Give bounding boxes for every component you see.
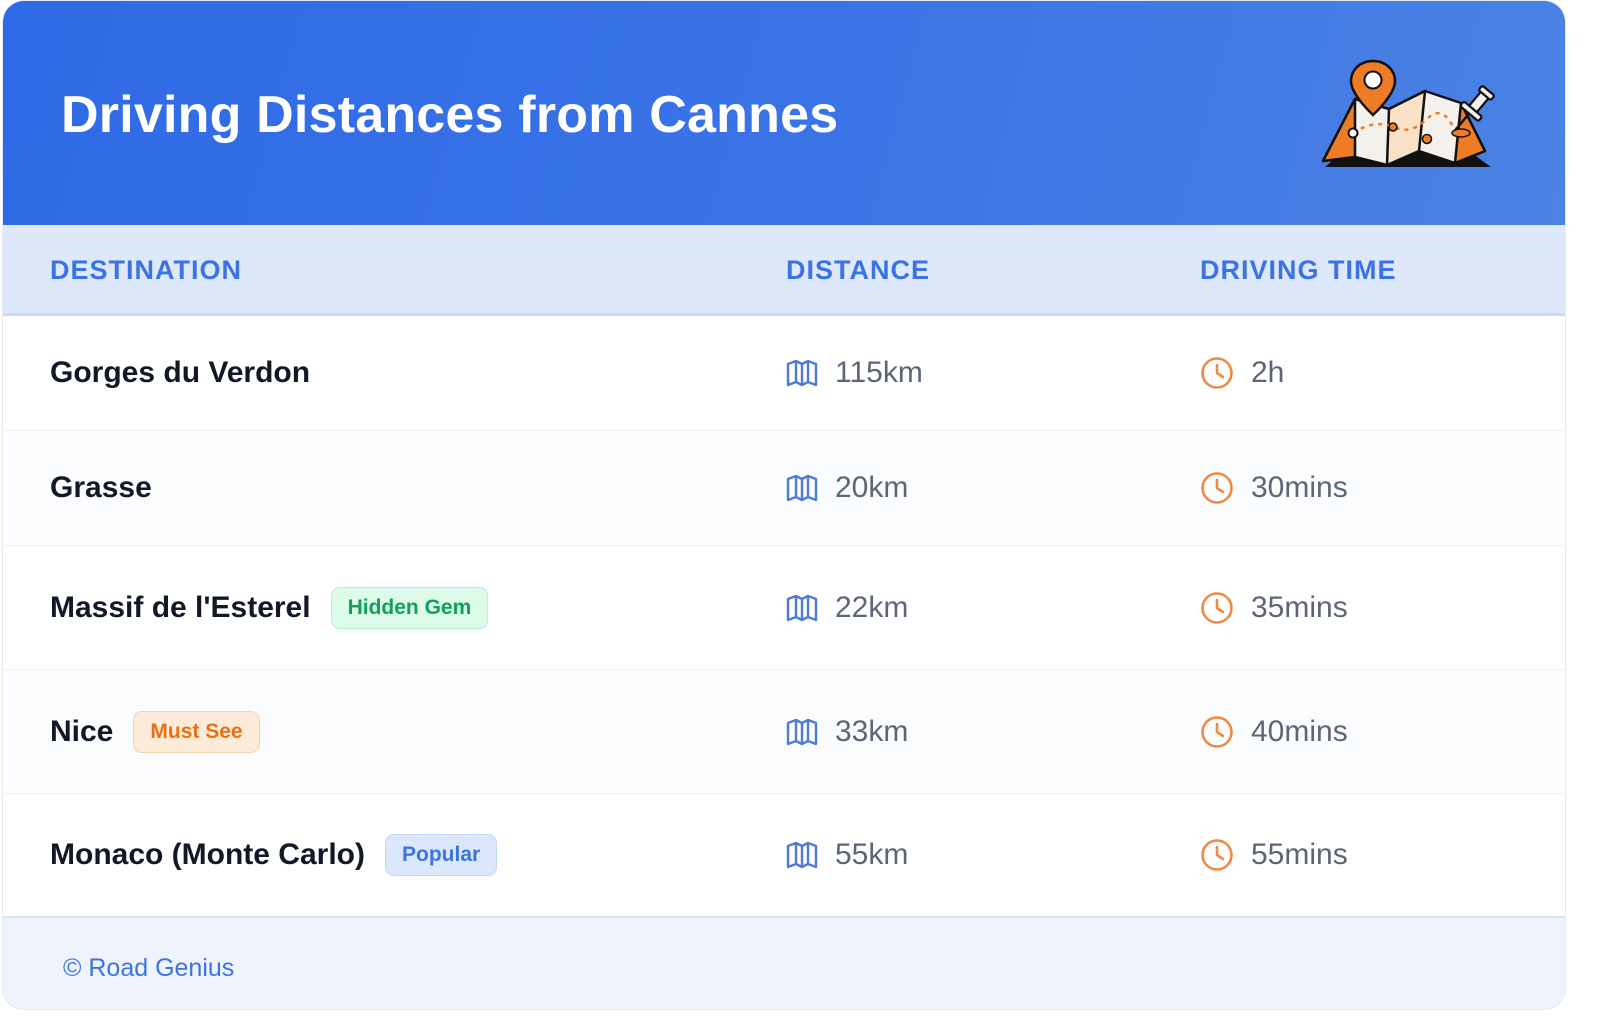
destination-name: Nice — [50, 714, 114, 748]
distance-value: 33km — [835, 714, 909, 748]
table-header: DESTINATION DISTANCE DRIVING TIME — [3, 225, 1565, 316]
distance-value: 22km — [835, 590, 909, 624]
map-icon — [786, 359, 818, 387]
map-pin-illustration — [1321, 59, 1495, 167]
distance-cell: 33km — [786, 715, 908, 749]
distance-value: 55km — [835, 838, 909, 871]
map-icon — [786, 718, 818, 746]
header-banner: Driving Distances from Cannes — [3, 1, 1565, 225]
table-row: Gorges du Verdon 115km 2h — [3, 316, 1565, 431]
destination-name: Massif de l'Esterel — [50, 590, 311, 624]
footer: © Road Genius — [3, 916, 1565, 1009]
clock-icon — [1200, 715, 1234, 749]
table-row: Massif de l'Esterel Hidden Gem 22km 35mi… — [3, 546, 1565, 670]
hidden-gem-badge: Hidden Gem — [330, 586, 489, 629]
distance-cell: 22km — [786, 591, 908, 625]
destination-name: Monaco (Monte Carlo) — [50, 838, 365, 871]
table-row: Grasse 20km 30mins — [3, 431, 1565, 546]
map-icon — [786, 841, 818, 869]
popular-badge: Popular — [385, 834, 498, 876]
driving-time-cell: 40mins — [1200, 715, 1348, 749]
copyright-text: © Road Genius — [63, 954, 235, 982]
destination-cell: Gorges du Verdon — [50, 356, 310, 390]
driving-time-value: 40mins — [1251, 714, 1348, 748]
column-header-driving-time: DRIVING TIME — [1200, 255, 1397, 285]
clock-icon — [1200, 591, 1234, 625]
clock-icon — [1200, 471, 1234, 505]
clock-icon — [1200, 356, 1234, 390]
distance-cell: 20km — [786, 471, 908, 505]
distance-cell: 55km — [786, 838, 908, 872]
table-row: Monaco (Monte Carlo) Popular 55km 55mins — [3, 794, 1565, 916]
distance-cell: 115km — [786, 356, 923, 390]
map-icon — [786, 594, 818, 622]
distance-value: 20km — [835, 471, 909, 504]
distance-table-card: Driving Distances from Cannes DESTINATIO… — [2, 0, 1566, 1010]
destination-name: Grasse — [50, 471, 152, 504]
driving-time-value: 2h — [1251, 356, 1285, 389]
column-header-distance: DISTANCE — [786, 255, 931, 285]
driving-time-value: 35mins — [1251, 590, 1348, 624]
destination-cell: Nice Must See — [50, 710, 260, 753]
driving-time-cell: 2h — [1200, 356, 1284, 390]
driving-time-cell: 30mins — [1200, 471, 1348, 505]
destination-cell: Massif de l'Esterel Hidden Gem — [50, 586, 489, 629]
driving-time-value: 30mins — [1251, 471, 1348, 504]
destination-cell: Grasse — [50, 471, 152, 505]
must-see-badge: Must See — [133, 710, 260, 753]
distance-value: 115km — [835, 356, 923, 389]
column-header-destination: DESTINATION — [50, 255, 242, 285]
page-title: Driving Distances from Cannes — [61, 86, 839, 144]
clock-icon — [1200, 838, 1234, 872]
table-row: Nice Must See 33km 40mins — [3, 670, 1565, 794]
destination-name: Gorges du Verdon — [50, 356, 311, 389]
driving-time-value: 55mins — [1251, 838, 1348, 871]
driving-time-cell: 35mins — [1200, 591, 1348, 625]
driving-time-cell: 55mins — [1200, 838, 1348, 872]
map-icon — [786, 474, 818, 502]
destination-cell: Monaco (Monte Carlo) Popular — [50, 834, 498, 876]
